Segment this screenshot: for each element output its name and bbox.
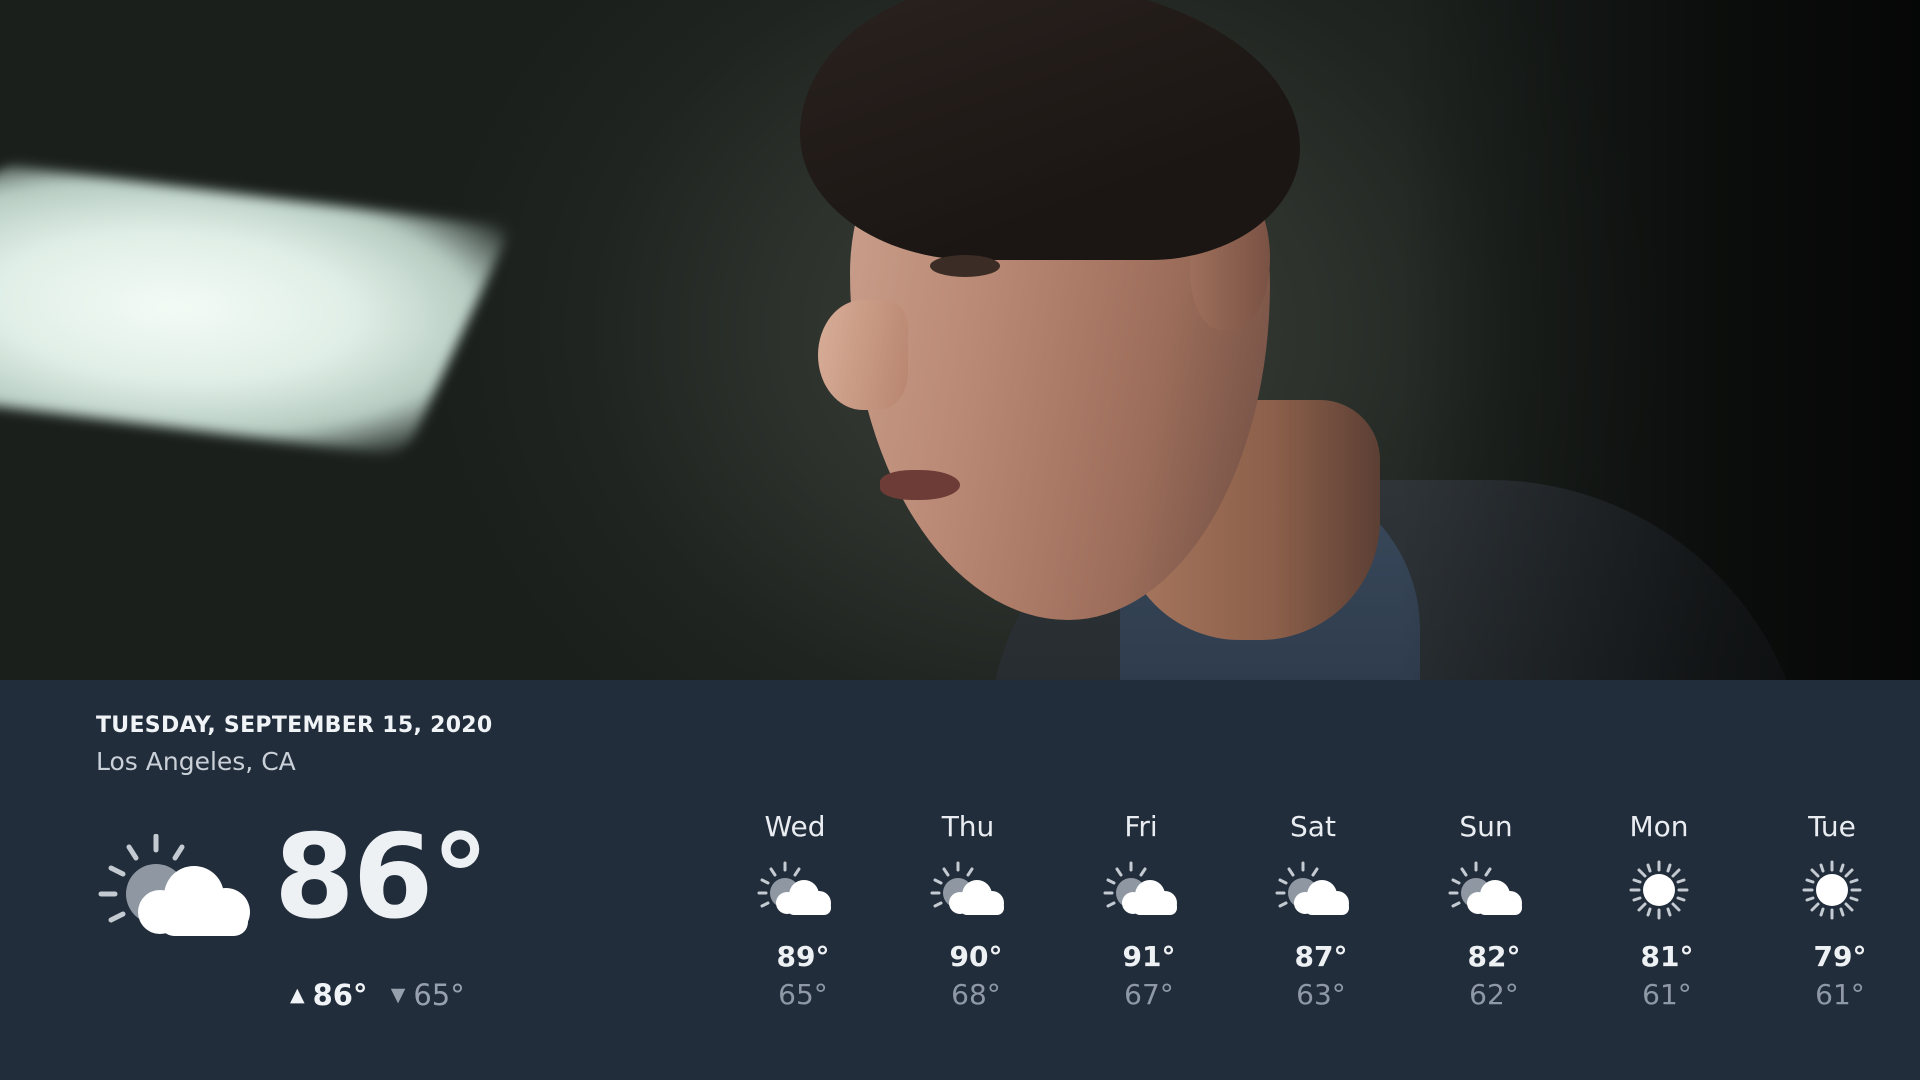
forecast-high: 87°: [1294, 940, 1348, 973]
forecast-low: 68°: [951, 978, 1001, 1011]
forecast-day-name: Sat: [1290, 810, 1336, 843]
forecast-high: 79°: [1813, 940, 1867, 973]
forecast-low: 65°: [778, 978, 828, 1011]
forecast-day-name: Sun: [1459, 810, 1513, 843]
partly-cloudy-icon: [1275, 861, 1349, 915]
forecast-low: 61°: [1815, 978, 1865, 1011]
weather-panel: TUESDAY, SEPTEMBER 15, 2020 Los Angeles,…: [0, 680, 1920, 1080]
today-low: 65°: [413, 978, 465, 1012]
forecast-low: 61°: [1642, 978, 1692, 1011]
forecast-high: 82°: [1467, 940, 1521, 973]
forecast-high: 89°: [776, 940, 830, 973]
forecast-high: 81°: [1640, 940, 1694, 973]
partly-cloudy-icon: [1103, 861, 1177, 915]
forecast-high: 91°: [1122, 940, 1176, 973]
partly-cloudy-icon: [1448, 861, 1522, 915]
forecast-day-name: Tue: [1808, 810, 1856, 843]
forecast-day-name: Fri: [1124, 810, 1158, 843]
forecast-day-name: Thu: [941, 810, 995, 843]
partly-cloudy-icon: [757, 861, 831, 915]
forecast-low: 67°: [1124, 978, 1174, 1011]
sunny-icon: [1629, 860, 1689, 920]
ceiling-light: [0, 163, 512, 457]
partly-cloudy-icon: [98, 834, 250, 936]
partly-cloudy-icon: [930, 861, 1004, 915]
current-temperature: 86°: [274, 810, 489, 945]
forecast-day-name: Wed: [764, 810, 826, 843]
today-high-low: ▲ 86° ▼ 65°: [290, 978, 465, 1012]
forecast-low: 62°: [1469, 978, 1519, 1011]
up-triangle-icon: ▲: [290, 984, 305, 1006]
sunny-icon: [1802, 860, 1862, 920]
forecast-high: 90°: [949, 940, 1003, 973]
today-high: 86°: [312, 978, 368, 1012]
down-triangle-icon: ▼: [390, 984, 406, 1006]
seven-day-forecast: Wed 89° 65° Thu 90° 68° Fri 91° 67° Sat …: [680, 680, 1880, 1080]
date-label: TUESDAY, SEPTEMBER 15, 2020: [96, 713, 493, 738]
forecast-day-name: Mon: [1629, 810, 1689, 843]
location-label: Los Angeles, CA: [96, 747, 296, 776]
forecast-low: 63°: [1296, 978, 1346, 1011]
video-frame: [0, 0, 1920, 680]
